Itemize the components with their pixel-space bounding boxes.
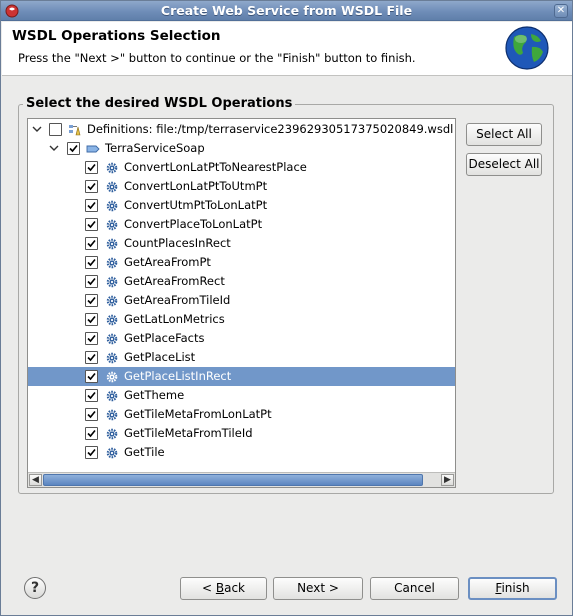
- operation-gear-icon: [106, 219, 118, 231]
- scrollbar-thumb[interactable]: [43, 474, 423, 486]
- tree-row-operation[interactable]: GetLatLonMetrics: [28, 310, 455, 329]
- operation-gear-icon: [106, 428, 118, 440]
- operation-checkbox[interactable]: [85, 275, 98, 288]
- close-icon[interactable]: ✕: [554, 4, 568, 18]
- operation-gear-icon: [106, 276, 118, 288]
- operation-label: GetPlaceList: [124, 350, 196, 364]
- operation-label: ConvertUtmPtToLonLatPt: [124, 198, 268, 212]
- operation-gear-icon: [106, 200, 118, 212]
- tree-row-operation[interactable]: GetTile: [28, 443, 455, 462]
- operation-gear-icon: [106, 352, 118, 364]
- tree-row-operation[interactable]: GetPlaceFacts: [28, 329, 455, 348]
- chevron-down-icon[interactable]: [49, 143, 59, 153]
- tree-row-operation[interactable]: GetPlaceListInRect: [28, 367, 455, 386]
- operation-checkbox[interactable]: [85, 294, 98, 307]
- page-title: WSDL Operations Selection: [12, 28, 221, 44]
- operation-label: GetAreaFromPt: [124, 255, 211, 269]
- operation-label: GetTile: [124, 445, 165, 459]
- operation-label: GetTheme: [124, 388, 185, 402]
- tree-row-operation[interactable]: CountPlacesInRect: [28, 234, 455, 253]
- tree-row-service[interactable]: TerraServiceSoap: [28, 139, 455, 158]
- operation-label: GetPlaceListInRect: [124, 369, 232, 383]
- operation-gear-icon: [106, 181, 118, 193]
- operation-label: GetAreaFromRect: [124, 274, 225, 288]
- operation-checkbox[interactable]: [85, 370, 98, 383]
- operation-checkbox[interactable]: [85, 408, 98, 421]
- operation-label: GetTileMetaFromTileId: [124, 426, 253, 440]
- wizard-header: WSDL Operations Selection Press the "Nex…: [2, 22, 572, 76]
- tree-row-operation[interactable]: GetAreaFromPt: [28, 253, 455, 272]
- operation-checkbox[interactable]: [85, 332, 98, 345]
- help-icon[interactable]: ?: [24, 577, 46, 599]
- operation-checkbox[interactable]: [85, 161, 98, 174]
- operation-gear-icon: [106, 447, 118, 459]
- scroll-left-icon[interactable]: ◀: [29, 474, 42, 486]
- tree-row-operation[interactable]: ConvertLonLatPtToUtmPt: [28, 177, 455, 196]
- cancel-button[interactable]: Cancel: [370, 577, 459, 600]
- operation-gear-icon: [106, 295, 118, 307]
- back-button[interactable]: < Back: [180, 577, 267, 600]
- tree-row-operation[interactable]: ConvertUtmPtToLonLatPt: [28, 196, 455, 215]
- window-title: Create Web Service from WSDL File: [160, 3, 413, 18]
- operation-checkbox[interactable]: [85, 427, 98, 440]
- horizontal-scrollbar[interactable]: ◀ ▶: [28, 472, 455, 487]
- tree-row-operation[interactable]: GetAreaFromRect: [28, 272, 455, 291]
- operation-gear-icon: [106, 371, 118, 383]
- tree-row-operation[interactable]: GetTileMetaFromTileId: [28, 424, 455, 443]
- deselect-all-button[interactable]: Deselect All: [466, 153, 542, 176]
- wsdl-definitions-icon: [69, 125, 81, 136]
- operation-label: ConvertLonLatPtToUtmPt: [124, 179, 268, 193]
- operations-tree[interactable]: Definitions: file:/tmp/terraservice23962…: [27, 118, 456, 488]
- operation-checkbox[interactable]: [85, 446, 98, 459]
- operation-gear-icon: [106, 238, 118, 250]
- operation-checkbox[interactable]: [85, 351, 98, 364]
- next-button[interactable]: Next >: [273, 577, 363, 600]
- operation-checkbox[interactable]: [85, 313, 98, 326]
- operation-label: CountPlacesInRect: [124, 236, 231, 250]
- chevron-down-icon[interactable]: [32, 124, 42, 134]
- operations-group-label: Select the desired WSDL Operations: [23, 96, 296, 111]
- page-description: Press the "Next >" button to continue or…: [18, 51, 416, 65]
- tree-row-operation[interactable]: GetAreaFromTileId: [28, 291, 455, 310]
- operation-gear-icon: [106, 333, 118, 345]
- globe-icon: [505, 26, 549, 70]
- tree-row-definitions[interactable]: Definitions: file:/tmp/terraservice23962…: [28, 120, 455, 139]
- operation-checkbox[interactable]: [85, 389, 98, 402]
- finish-button[interactable]: Finish: [468, 577, 557, 600]
- operation-label: ConvertLonLatPtToNearestPlace: [124, 160, 307, 174]
- operation-gear-icon: [106, 314, 118, 326]
- operation-gear-icon: [106, 390, 118, 402]
- operation-gear-icon: [106, 257, 118, 269]
- operation-checkbox[interactable]: [85, 218, 98, 231]
- definitions-checkbox[interactable]: [49, 123, 62, 136]
- operation-label: GetAreaFromTileId: [124, 293, 231, 307]
- operation-label: GetPlaceFacts: [124, 331, 205, 345]
- dialog-window: Create Web Service from WSDL File ✕ WSDL…: [0, 0, 573, 616]
- tree-row-operation[interactable]: GetTileMetaFromLonLatPt: [28, 405, 455, 424]
- operation-checkbox[interactable]: [85, 199, 98, 212]
- definitions-label: Definitions: file:/tmp/terraservice23962…: [87, 122, 454, 136]
- operation-checkbox[interactable]: [85, 237, 98, 250]
- operation-gear-icon: [106, 409, 118, 421]
- service-checkbox[interactable]: [67, 142, 80, 155]
- operation-label: ConvertPlaceToLonLatPt: [124, 217, 263, 231]
- operation-label: GetTileMetaFromLonLatPt: [124, 407, 272, 421]
- scroll-right-icon[interactable]: ▶: [441, 474, 454, 486]
- title-bar[interactable]: Create Web Service from WSDL File ✕: [1, 1, 572, 21]
- tree-row-operation[interactable]: ConvertLonLatPtToNearestPlace: [28, 158, 455, 177]
- operation-checkbox[interactable]: [85, 180, 98, 193]
- select-all-button[interactable]: Select All: [466, 123, 542, 146]
- operation-gear-icon: [106, 162, 118, 174]
- tree-row-operation[interactable]: ConvertPlaceToLonLatPt: [28, 215, 455, 234]
- tree-row-operation[interactable]: GetTheme: [28, 386, 455, 405]
- service-label: TerraServiceSoap: [105, 141, 205, 155]
- operation-label: GetLatLonMetrics: [124, 312, 225, 326]
- port-type-icon: [86, 145, 100, 153]
- tree-row-operation[interactable]: GetPlaceList: [28, 348, 455, 367]
- operation-checkbox[interactable]: [85, 256, 98, 269]
